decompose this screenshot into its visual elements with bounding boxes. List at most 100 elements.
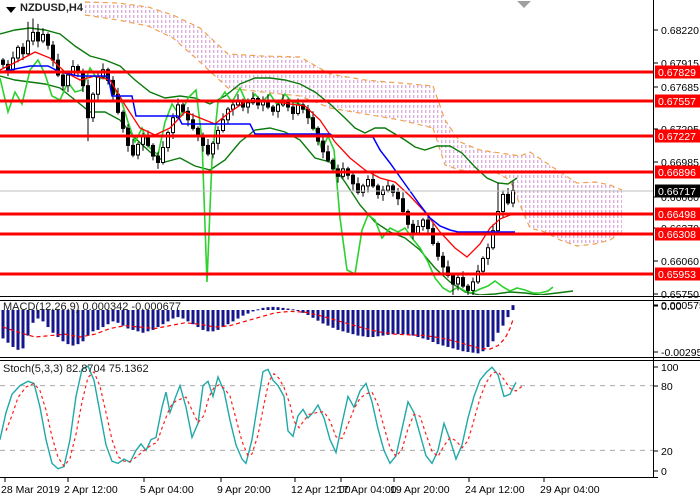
candle-body <box>152 145 155 156</box>
macd-histogram-bar <box>412 310 415 336</box>
macd-histogram-bar <box>387 310 390 335</box>
time-tick-label: 28 Mar 2019 <box>1 484 60 496</box>
candle-body <box>97 77 100 94</box>
chart-shift-marker-icon[interactable] <box>517 1 531 8</box>
macd-histogram-bar <box>392 310 395 334</box>
macd-histogram-bar <box>407 310 410 335</box>
candle-body <box>442 256 445 267</box>
candle-body <box>212 143 215 154</box>
candle-body <box>277 105 280 111</box>
macd-histogram-bar <box>17 310 20 350</box>
macd-histogram-bar <box>92 310 95 331</box>
macd-histogram-bar <box>142 310 145 333</box>
macd-histogram-bar <box>187 310 190 321</box>
ichimoku-cloud <box>433 86 622 246</box>
candle-body <box>512 191 515 203</box>
stoch-scale-label: 0 <box>661 466 667 478</box>
candle-body <box>32 32 35 41</box>
macd-histogram-bar <box>322 310 325 324</box>
candle-body <box>332 160 335 169</box>
price-scale[interactable]: 0.682200.679150.676850.672950.669850.666… <box>653 25 700 478</box>
current-price-tag-label: 0.66717 <box>658 186 696 198</box>
candle-body <box>132 145 135 155</box>
candle-body <box>117 94 120 112</box>
macd-histogram-bar <box>302 310 305 313</box>
candle-body <box>352 175 355 184</box>
macd-histogram-bar <box>397 310 400 334</box>
candle-body <box>462 278 465 287</box>
macd-histogram-bar <box>402 310 405 334</box>
sr-price-tag-label: 0.66308 <box>658 229 696 241</box>
macd-histogram-bar <box>367 310 370 337</box>
candle-body <box>27 41 30 54</box>
macd-histogram-bar <box>427 310 430 340</box>
sr-price-tag-label: 0.65953 <box>658 269 696 281</box>
candle-body <box>202 137 205 146</box>
macd-histogram-bar <box>7 310 10 343</box>
macd-histogram-bar <box>182 310 185 319</box>
candle-body <box>182 105 185 111</box>
macd-histogram-bar <box>342 310 345 331</box>
macd-histogram-bar <box>207 310 210 331</box>
macd-histogram-bar <box>432 310 435 342</box>
candle-body <box>452 275 455 284</box>
macd-scale-label: -0.002953 <box>661 347 700 359</box>
macd-histogram-bar <box>272 307 275 310</box>
macd-histogram-bar <box>242 310 245 316</box>
macd-histogram-bar <box>12 310 15 347</box>
candle-body <box>402 199 405 212</box>
symbol-dropdown-icon[interactable] <box>6 7 16 13</box>
candle-body <box>432 229 435 244</box>
macd-indicator-label: MACD(12,26,9) 0.000342 -0.000677 <box>3 301 181 313</box>
sr-price-tag-label: 0.66896 <box>658 167 696 179</box>
macd-histogram-bar <box>227 310 230 324</box>
macd-histogram-bar <box>22 310 25 348</box>
main-price-panel[interactable] <box>0 1 653 299</box>
macd-histogram-bar <box>72 310 75 346</box>
candle-body <box>487 248 490 259</box>
candle-body <box>502 194 505 211</box>
macd-histogram-bar <box>67 310 70 344</box>
macd-histogram-bar <box>352 310 355 334</box>
candle-body <box>437 243 440 256</box>
macd-histogram-bar <box>292 309 295 310</box>
macd-histogram-bar <box>262 308 265 310</box>
stoch-panel[interactable] <box>0 366 653 469</box>
candle-body <box>297 105 300 114</box>
time-scale[interactable]: 28 Mar 20192 Apr 12:005 Apr 04:009 Apr 2… <box>1 477 600 496</box>
price-tick-label: 0.66060 <box>661 256 699 268</box>
candle-body <box>42 35 45 41</box>
candle-body <box>22 47 25 53</box>
candle-body <box>2 60 5 64</box>
candle-body <box>62 75 65 86</box>
symbol-label[interactable]: NZDUSD,H4 <box>20 2 83 14</box>
candle-body <box>312 118 315 129</box>
chart-canvas[interactable]: 0.682200.679150.676850.672950.669850.666… <box>0 0 700 500</box>
macd-histogram-bar <box>222 310 225 327</box>
sr-price-tag-label: 0.66498 <box>658 209 696 221</box>
macd-histogram-bar <box>462 310 465 351</box>
candle-body <box>427 220 430 229</box>
macd-histogram-bar <box>297 310 300 311</box>
candle-body <box>157 156 160 162</box>
macd-histogram-bar <box>372 310 375 337</box>
candle-body <box>272 107 275 111</box>
macd-histogram-bar <box>232 310 235 321</box>
time-tick-label: 5 Apr 04:00 <box>140 484 194 496</box>
macd-histogram-bar <box>487 310 490 347</box>
time-tick-label: 17 Apr 04:00 <box>337 484 397 496</box>
macd-histogram-bar <box>442 310 445 346</box>
macd-histogram-bar <box>137 310 140 331</box>
macd-histogram-bar <box>437 310 440 344</box>
macd-histogram-bar <box>362 310 365 336</box>
macd-scale-label: 0.00 <box>661 301 682 313</box>
candle-body <box>457 278 460 284</box>
macd-histogram-bar <box>62 310 65 341</box>
macd-histogram-bar <box>237 310 240 319</box>
price-tick-label: 0.67685 <box>661 82 699 94</box>
macd-histogram-bar <box>282 308 285 310</box>
macd-histogram-bar <box>457 310 460 350</box>
macd-histogram-bar <box>482 310 485 351</box>
macd-histogram-bar <box>477 310 480 353</box>
macd-histogram-bar <box>447 310 450 347</box>
